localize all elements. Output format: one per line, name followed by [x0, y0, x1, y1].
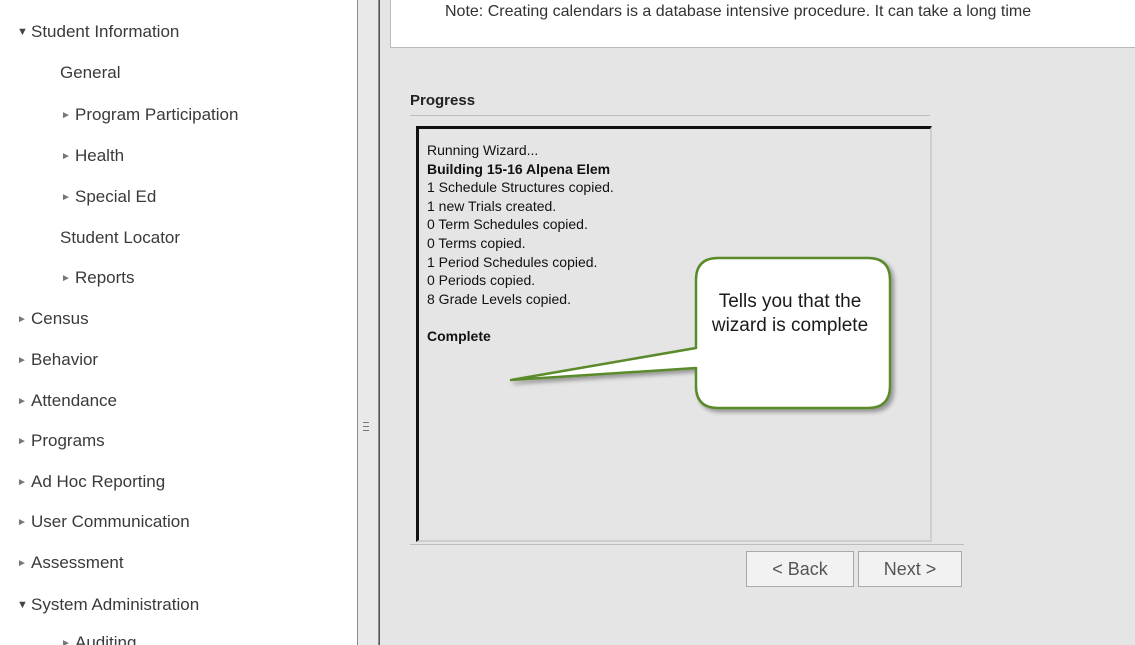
collapsed-arrow-icon: ► [61, 273, 71, 284]
nav-item-student-locator[interactable]: Student Locator [60, 226, 180, 250]
sidebar-nav: ▼ Student Information General ► Program Pa… [0, 0, 357, 645]
expanded-arrow-icon: ▼ [17, 26, 28, 38]
collapsed-arrow-icon: ► [17, 355, 27, 366]
nav-item-user-communication[interactable]: ► User Communication [17, 510, 190, 534]
panel-splitter[interactable] [357, 0, 379, 645]
next-button[interactable]: Next > [858, 551, 962, 587]
log-line: 0 Term Schedules copied. [427, 216, 588, 233]
splitter-grip-icon[interactable] [363, 422, 371, 434]
collapsed-arrow-icon: ► [61, 638, 71, 645]
nav-item-census[interactable]: ► Census [17, 307, 89, 331]
collapsed-arrow-icon: ► [61, 110, 71, 121]
nav-item-system-administration[interactable]: ▼ System Administration [17, 593, 199, 617]
nav-item-programs[interactable]: ► Programs [17, 429, 105, 453]
nav-item-ad-hoc-reporting[interactable]: ► Ad Hoc Reporting [17, 470, 165, 494]
log-line: 0 Periods copied. [427, 272, 536, 289]
expanded-arrow-icon: ▼ [17, 599, 28, 611]
note-box: Note: Creating calendars is a database i… [390, 0, 1135, 48]
footer-divider [410, 544, 964, 545]
collapsed-arrow-icon: ► [17, 558, 27, 569]
log-line: Building 15-16 Alpena Elem [427, 160, 611, 177]
nav-item-health[interactable]: ► Health [61, 144, 124, 168]
collapsed-arrow-icon: ► [17, 396, 27, 407]
nav-item-attendance[interactable]: ► Attendance [17, 389, 117, 413]
nav-item-student-information[interactable]: ▼ Student Information [17, 20, 179, 44]
log-line: 1 Schedule Structures copied. [427, 179, 614, 196]
nav-item-special-ed[interactable]: ► Special Ed [61, 185, 156, 209]
collapsed-arrow-icon: ► [17, 517, 27, 528]
log-line: 1 Period Schedules copied. [427, 253, 598, 270]
nav-item-program-participation[interactable]: ► Program Participation [61, 103, 238, 127]
back-button[interactable]: < Back [746, 551, 854, 587]
nav-item-reports[interactable]: ► Reports [61, 266, 135, 290]
progress-title: Progress [410, 92, 476, 109]
log-line: 0 Terms copied. [427, 234, 526, 251]
log-line: Running Wizard... [427, 142, 539, 158]
collapsed-arrow-icon: ► [17, 314, 27, 325]
callout-text: Tells you that the wizard is complete [711, 291, 869, 336]
note-text: Note: Creating calendars is a database i… [445, 3, 1032, 20]
collapsed-arrow-icon: ► [61, 192, 71, 203]
collapsed-arrow-icon: ► [17, 477, 27, 488]
nav-item-assessment[interactable]: ► Assessment [17, 551, 124, 575]
collapsed-arrow-icon: ► [17, 436, 27, 447]
collapsed-arrow-icon: ► [61, 151, 71, 162]
nav-item-general[interactable]: General [60, 61, 120, 85]
log-line: 1 new Trials created. [427, 197, 557, 214]
nav-item-behavior[interactable]: ► Behavior [17, 348, 98, 372]
nav-item-auditing[interactable]: ► Auditing [61, 631, 136, 645]
progress-divider [410, 115, 930, 116]
